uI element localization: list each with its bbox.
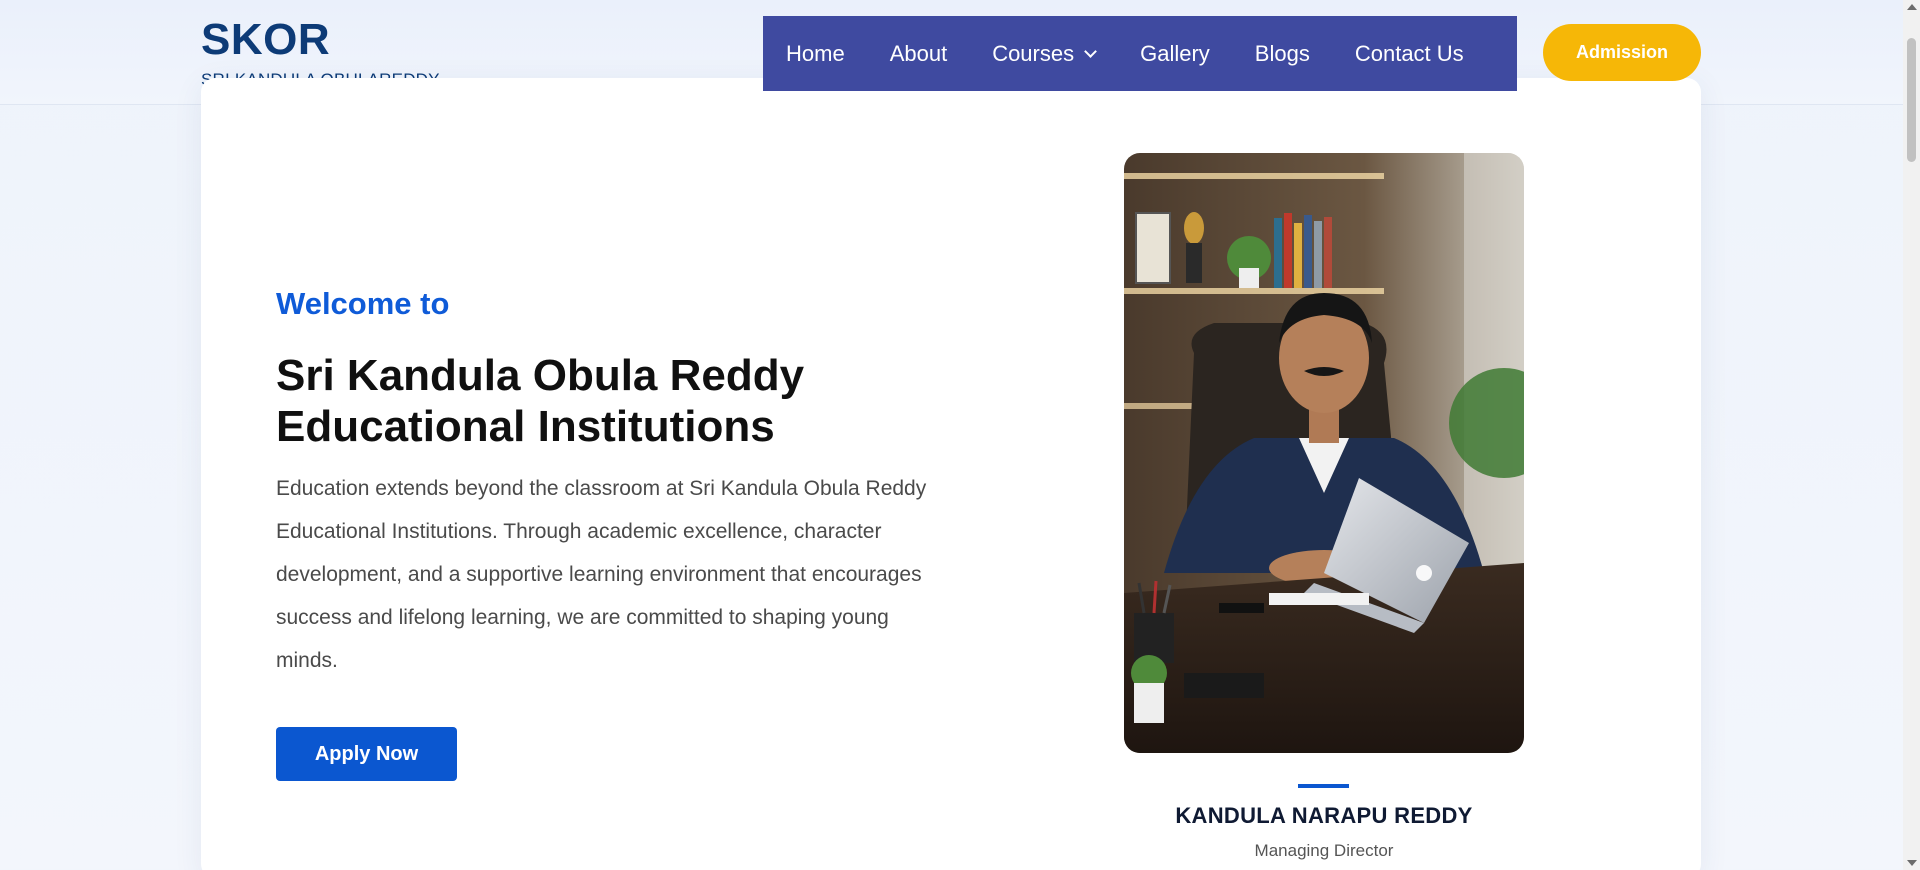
main-nav: Home About Courses Gallery Blogs Contact… — [763, 16, 1517, 91]
apply-now-button[interactable]: Apply Now — [276, 727, 457, 781]
nav-item-courses[interactable]: Courses — [992, 40, 1097, 67]
nav-item-contact-us[interactable]: Contact Us — [1355, 41, 1464, 67]
scrollbar-thumb[interactable] — [1907, 38, 1916, 162]
nav-item-home[interactable]: Home — [786, 41, 845, 67]
nav-item-label: Courses — [992, 40, 1075, 66]
nav-item-label: About — [889, 40, 948, 66]
nav-item-label: Gallery — [1140, 40, 1210, 66]
page-title-line-1: Sri Kandula Obula Reddy — [276, 351, 805, 400]
nav-item-label: Contact Us — [1354, 40, 1464, 66]
vertical-scrollbar[interactable] — [1903, 0, 1920, 870]
director-role: Managing Director — [1254, 841, 1394, 860]
director-name: KANDULA NARAPU REDDY — [1175, 803, 1473, 828]
nav-item-label: Home — [786, 40, 845, 66]
hero-description: Education extends beyond the classroom a… — [276, 477, 927, 672]
director-portrait — [1124, 153, 1524, 753]
scroll-up-arrow-icon[interactable] — [1907, 4, 1917, 10]
welcome-text: Welcome to — [276, 286, 450, 321]
accent-divider — [1298, 784, 1349, 788]
nav-item-label: Blogs — [1254, 40, 1310, 66]
page-title-line-2: Educational Institutions — [276, 402, 775, 451]
page-title: Sri Kandula Obula Reddy Educational Inst… — [276, 350, 916, 452]
nav-item-gallery[interactable]: Gallery — [1140, 41, 1210, 67]
scroll-down-arrow-icon[interactable] — [1907, 860, 1917, 866]
nav-item-blogs[interactable]: Blogs — [1255, 41, 1310, 67]
chevron-down-icon — [1084, 44, 1097, 58]
brand-title: SKOR — [201, 15, 331, 64]
nav-item-about[interactable]: About — [890, 41, 948, 67]
admission-button[interactable]: Admission — [1543, 24, 1701, 81]
